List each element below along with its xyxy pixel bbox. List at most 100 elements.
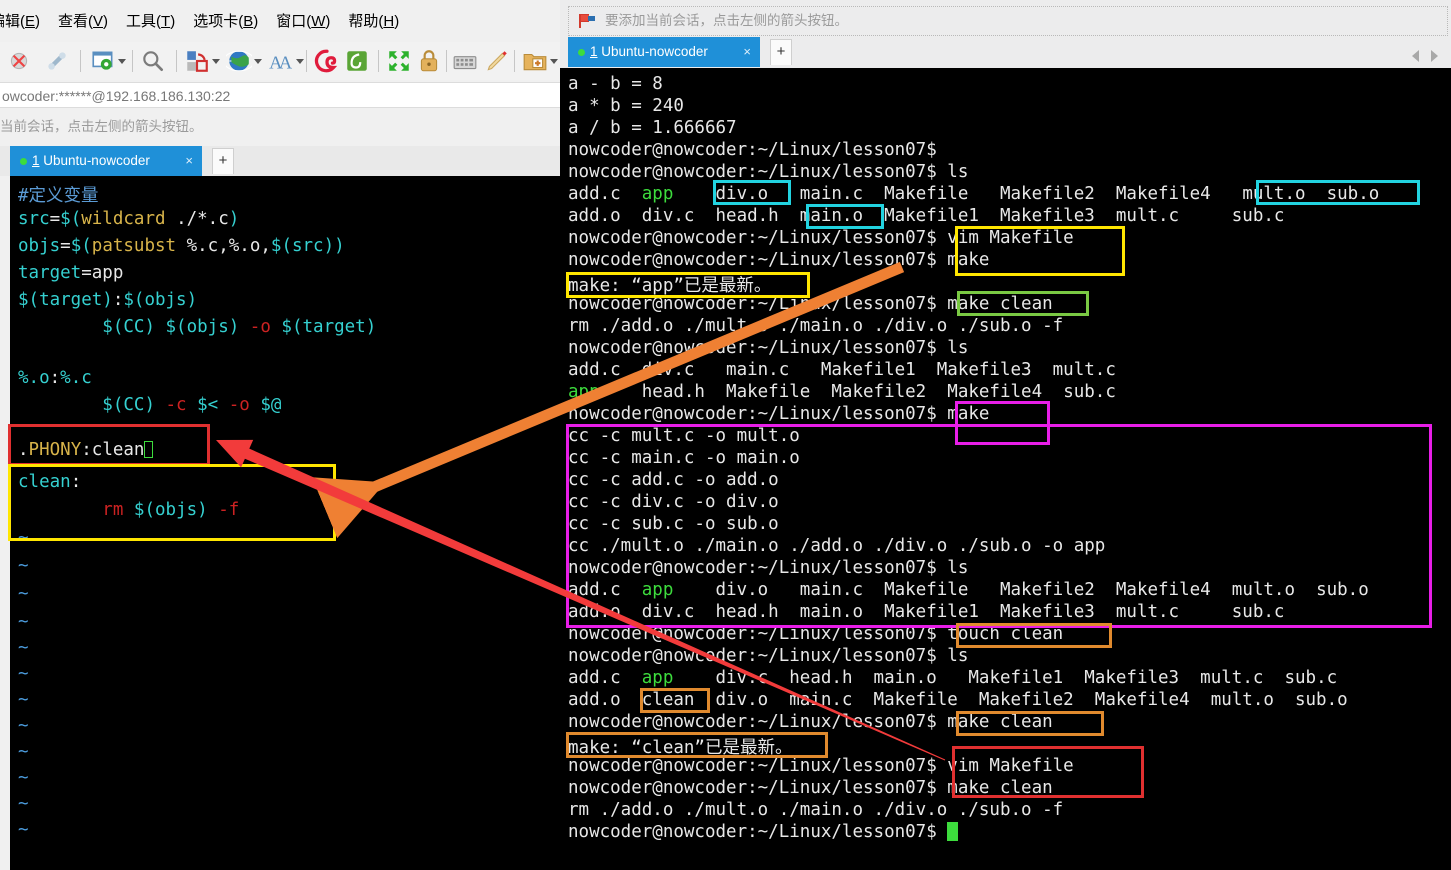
terminal-text: head.h Makefile Makefile2 Makefile4 sub.… [599,382,1116,402]
menu-item-0[interactable]: 编辑(E) [0,10,40,31]
terminal-text: nowcoder@nowcoder:~/Linux/lesson07$ ls [568,646,969,666]
terminal-text: $(src) [270,236,335,256]
terminal-text: add.c [568,184,642,204]
make-app-msg-box [566,272,810,298]
chevron-down-icon[interactable] [212,59,220,64]
terminal-text: objs [18,236,61,256]
terminal-text: ) [334,236,345,256]
terminal-text: nowcoder@nowcoder:~/Linux/lesson07$ [568,822,948,842]
address-bar[interactable]: owcoder:******@192.168.186.130:22 [0,82,560,108]
disconnect-session-icon[interactable] [6,48,32,74]
tab-nav-arrows[interactable] [1405,48,1445,64]
globe-icon[interactable] [223,48,255,74]
terminal-text: $(target) [18,290,113,310]
terminal-text: wildcard [81,209,166,229]
terminal-text: app [568,382,600,402]
tab-number: 1 [32,153,40,168]
tab-ubuntu-nowcoder-right[interactable]: 1 Ubuntu-nowcoder × [568,37,760,67]
terminal-line: add.c app div.c head.h main.o Makefile1 … [568,668,1337,688]
chevron-down-icon[interactable] [550,59,558,64]
terminal-line: src=$(wildcard ./*.c) [18,209,239,229]
terminal-text: ~ [18,742,29,762]
close-icon[interactable]: × [743,37,751,67]
highlight-pen-icon[interactable] [484,48,510,74]
terminal-text: ~ [18,612,29,632]
menu-item-1[interactable]: 查看(V) [58,10,108,31]
left-session-window: 编辑(E) 查看(V) 工具(T) 选项卡(B) 窗口(W) 帮助(H) AA owcod… [0,0,560,870]
terminal-line: ~ [18,820,29,840]
session-manager-icon[interactable] [314,48,340,74]
tab-ubuntu-nowcoder[interactable]: 1 Ubuntu-nowcoder × [10,146,202,176]
new-tab-button[interactable]: + [212,148,234,174]
terminal-text: -o [218,395,261,415]
terminal-line: add.o div.c head.h main.o Makefile1 Make… [568,206,1284,226]
make-output-box [566,424,1432,628]
menu-item-4[interactable]: 窗口(W) [276,10,330,31]
svg-text:A: A [279,53,293,73]
terminal-line: rm ./add.o ./mult.o ./main.o ./div.o ./s… [568,800,1063,820]
fullscreen-icon[interactable] [386,48,412,74]
terminal-line: ~ [18,556,29,576]
new-session-icon[interactable] [90,48,116,74]
terminal-line: rm ./add.o ./mult.o ./main.o ./div.o ./s… [568,316,1063,336]
clean-rule-box [8,464,336,541]
touch-clean-box [956,623,1112,648]
terminal-line [18,344,29,364]
terminal-text: ~ [18,584,29,604]
terminal-text: $( [70,236,92,256]
search-icon[interactable] [140,48,166,74]
right-tab-strip: 1 Ubuntu-nowcoder × + [560,36,1451,104]
terminal-text: -c [154,395,198,415]
terminal-text: %.c,%.o, [176,236,271,256]
terminal-line: nowcoder@nowcoder:~/Linux/lesson07$ ls [568,338,968,358]
terminal-text: nowcoder@nowcoder:~/Linux/lesson07$ make [568,404,990,424]
main-o-box [806,204,884,229]
terminal-line: ~ [18,768,29,788]
terminal-line: a * b = 240 [568,96,684,116]
terminal-text: $(CC) $(objs) [102,317,240,337]
terminal-text: %.c [60,368,92,388]
terminal-line: %.o:%.c [18,368,92,388]
right-session-window: 要添加当前会话，点击左侧的箭头按钮。 1 Ubuntu-nowcoder × +… [560,0,1451,870]
menu-item-5[interactable]: 帮助(H) [348,10,399,31]
terminal-line: #定义变量 [18,182,99,207]
quick-connect-icon[interactable] [344,48,370,74]
terminal-text: ./*.c [165,209,229,229]
terminal-text: = [49,209,61,229]
terminal-text: = [60,236,71,256]
transfer-icon[interactable] [184,48,210,74]
terminal-line: ~ [18,794,29,814]
terminal-text: : [112,290,124,310]
menu-item-3[interactable]: 选项卡(B) [193,10,258,31]
link-icon[interactable] [44,48,70,74]
vim-make-box [955,226,1125,276]
tab-title: Ubuntu-nowcoder [43,153,150,168]
chevron-down-icon[interactable] [254,59,262,64]
terminal-line: target=app [18,263,123,283]
div-o-box [713,180,791,205]
font-icon[interactable]: AA [268,48,294,74]
add-folder-icon[interactable] [522,48,548,74]
chevron-down-icon[interactable] [118,59,126,64]
make-clean-msg-box [566,732,828,758]
lock-icon[interactable] [416,48,442,74]
close-icon[interactable]: × [185,146,193,176]
terminal-text: #定义变量 [18,186,99,206]
terminal-line: ~ [18,664,29,684]
terminal-line: nowcoder@nowcoder:~/Linux/lesson07$ ls [568,162,968,182]
keyboard-icon[interactable] [452,48,478,74]
toolbar-separator [378,50,379,72]
menu-item-2[interactable]: 工具(T) [126,10,175,31]
terminal-line: nowcoder@nowcoder:~/Linux/lesson07$ ls [568,646,968,666]
terminal-line: ~ [18,584,29,604]
chevron-down-icon[interactable] [296,59,304,64]
terminal-line: nowcoder@nowcoder:~/Linux/lesson07$ make [568,250,989,270]
toolbar-separator [446,50,447,72]
terminal-line: $(target):$(objs) [18,290,197,310]
terminal-text: %.o [18,368,50,388]
terminal-text: ~ [18,664,29,684]
new-tab-button[interactable]: + [770,39,792,65]
session-hint-label: 当前会话，点击左侧的箭头按钮。 [0,119,203,134]
